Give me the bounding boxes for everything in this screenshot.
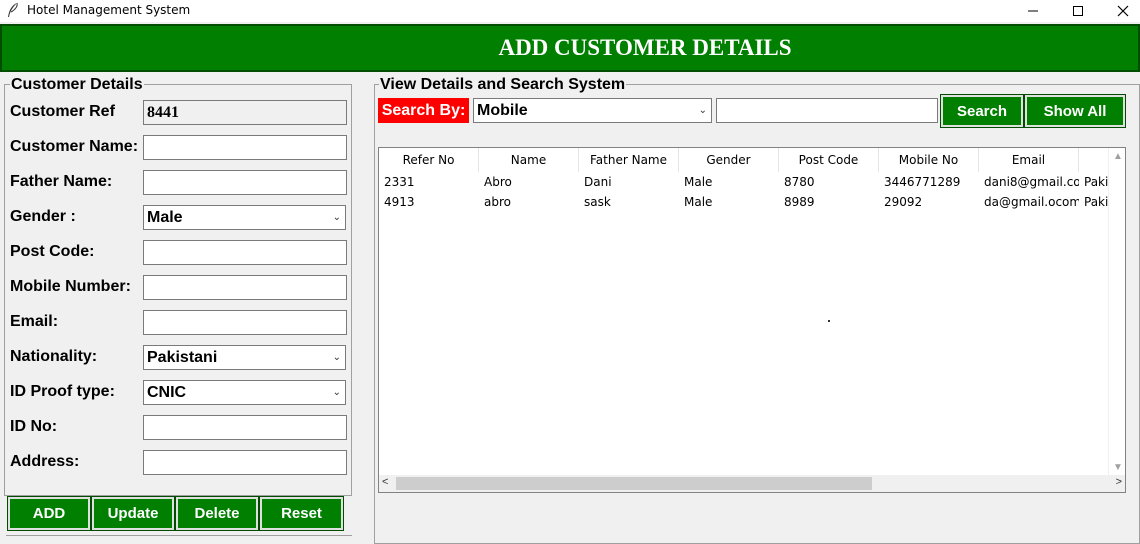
feather-icon [8,2,18,17]
address-label: Address: [10,453,80,470]
customer-details-legend: Customer Details [10,76,144,94]
id-proof-select[interactable]: CNIC ⌄ [143,380,346,405]
email-input[interactable] [143,310,347,335]
search-button[interactable]: Search [940,94,1024,128]
scroll-right-icon[interactable]: > [1116,476,1122,488]
close-icon [1117,5,1129,17]
minimize-button[interactable] [1010,0,1056,22]
table-cell: 8780 [784,175,815,189]
nationality-label: Nationality: [10,348,98,365]
table-row[interactable]: 2331 Abro Dani Male 8780 3446771289 dani8@gmai… [379,172,1115,192]
search-input[interactable] [716,98,938,123]
table-cell: dani8@gmail.con [984,175,1079,189]
delete-button[interactable]: Delete [175,496,259,531]
scroll-up-icon[interactable]: ▲ [1113,151,1123,162]
customer-ref-field[interactable]: 8441 [143,100,347,125]
horizontal-scrollbar[interactable]: < > [379,475,1125,492]
email-label: Email: [10,313,59,330]
table-cell: 3446771289 [884,175,961,189]
post-code-label: Post Code: [10,243,95,260]
vertical-scrollbar[interactable]: ▲ ▼ [1108,148,1125,476]
divider [6,535,352,536]
column-header[interactable]: Gender [679,148,779,172]
mobile-number-label: Mobile Number: [10,278,131,295]
id-no-input[interactable] [143,415,347,440]
table-cell: Abro [484,175,512,189]
table-cell: 29092 [884,195,923,209]
mobile-number-input[interactable] [143,275,347,300]
father-name-input[interactable] [143,170,347,195]
column-header[interactable]: Email [979,148,1079,172]
column-header[interactable]: Name [479,148,579,172]
table-cell: Dani [584,175,612,189]
gender-select[interactable]: Male ⌄ [143,205,346,230]
search-by-label: Search By: [378,98,469,123]
show-all-button[interactable]: Show All [1024,94,1126,128]
table-cell: Male [684,175,713,189]
table-cell: 2331 [384,175,415,189]
title-bar: Hotel Management System [0,0,1140,22]
minimize-icon [1028,10,1038,12]
header-banner: ADD CUSTOMER DETAILS [0,24,1140,72]
table-artifact [828,320,830,322]
column-header[interactable]: Father Name [579,148,679,172]
maximize-icon [1073,6,1083,16]
table-cell: da@gmail.ocom [984,195,1079,209]
horizontal-scroll-thumb[interactable] [396,477,872,490]
customer-ref-label: Customer Ref [10,103,115,120]
chevron-down-icon: ⌄ [332,352,341,363]
post-code-input[interactable] [143,240,347,265]
gender-value: Male [147,209,183,226]
chevron-down-icon: ⌄ [698,105,707,116]
scroll-left-icon[interactable]: < [382,476,388,488]
id-no-label: ID No: [10,418,58,435]
search-by-select[interactable]: Mobile ⌄ [473,98,712,123]
id-proof-label: ID Proof type: [10,383,115,400]
add-button[interactable]: ADD [7,496,91,531]
search-system-legend: View Details and Search System [379,76,627,94]
nationality-select[interactable]: Pakistani ⌄ [143,345,346,370]
customer-table[interactable]: Refer No Name Father Name Gender Post Code Mo… [378,147,1126,493]
table-header: Refer No Name Father Name Gender Post Code Mo… [379,148,1125,172]
nationality-value: Pakistani [147,349,218,366]
column-header[interactable]: Refer No [379,148,479,172]
address-input[interactable] [143,450,347,475]
table-cell: abro [484,195,511,209]
table-cell: 4913 [384,195,415,209]
maximize-button[interactable] [1055,0,1101,22]
page-title: ADD CUSTOMER DETAILS [498,35,792,60]
id-proof-value: CNIC [147,384,187,401]
chevron-down-icon: ⌄ [332,387,341,398]
chevron-down-icon: ⌄ [332,212,341,223]
scroll-down-icon[interactable]: ▼ [1113,462,1123,473]
table-row[interactable]: 4913 abro sask Male 8989 29092 da@gmail.ocom Pa… [379,192,1115,212]
window-title: Hotel Management System [27,3,191,17]
father-name-label: Father Name: [10,173,113,190]
table-cell: 8989 [784,195,815,209]
update-button[interactable]: Update [91,496,175,531]
table-cell: Male [684,195,713,209]
close-button[interactable] [1100,0,1140,22]
column-header[interactable]: Mobile No [879,148,979,172]
gender-label: Gender : [10,208,76,225]
customer-name-input[interactable] [143,135,347,160]
reset-button[interactable]: Reset [259,496,344,531]
search-by-value: Mobile [477,102,528,119]
column-header[interactable]: Post Code [779,148,879,172]
table-cell: sask [584,195,611,209]
customer-name-label: Customer Name: [10,138,139,155]
